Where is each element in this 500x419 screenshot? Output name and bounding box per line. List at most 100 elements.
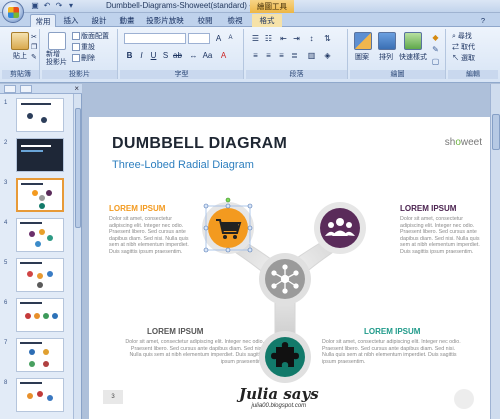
cut-icon[interactable]: ✂ bbox=[31, 33, 37, 42]
slides-tab-icon[interactable] bbox=[4, 85, 16, 93]
line-spacing-icon[interactable]: ↕ bbox=[306, 33, 317, 44]
align-right-icon[interactable]: ≡ bbox=[276, 50, 287, 61]
arrange-icon[interactable] bbox=[378, 32, 396, 50]
tab-format[interactable]: 格式 bbox=[252, 14, 282, 27]
slide-thumbnail[interactable] bbox=[16, 298, 64, 332]
lorem-heading-top-right[interactable]: LOREM IPSUM bbox=[400, 204, 456, 213]
shapes-icon[interactable] bbox=[354, 32, 372, 50]
spacing-icon[interactable]: ↔ bbox=[188, 50, 199, 61]
slide-subtitle[interactable]: Three-Lobed Radial Diagram bbox=[112, 159, 254, 171]
slide-thumbnail[interactable] bbox=[16, 138, 64, 172]
shapes-button[interactable]: 圖案 bbox=[355, 53, 369, 62]
paragraph-group-label: 段落 bbox=[246, 70, 347, 79]
numbering-icon[interactable]: ☷ bbox=[263, 33, 274, 44]
font-color-icon[interactable]: A bbox=[218, 50, 229, 61]
workspace-scrollbar-thumb[interactable] bbox=[492, 114, 500, 150]
slide-thumbnail[interactable] bbox=[16, 378, 64, 412]
lorem-body-top-left[interactable]: Dolor sit amet, consectetur adipiscing e… bbox=[109, 216, 189, 256]
justify-icon[interactable]: ≣ bbox=[289, 50, 300, 61]
bold-icon[interactable]: B bbox=[124, 50, 135, 61]
resize-handle[interactable] bbox=[247, 203, 253, 209]
tab-view[interactable]: 檢視 bbox=[222, 14, 248, 27]
select-button[interactable]: ↖ 選取 bbox=[452, 54, 475, 63]
lobe-center[interactable] bbox=[259, 253, 311, 305]
shape-effects-icon[interactable]: ▢ bbox=[430, 56, 441, 67]
tab-animations[interactable]: 動畫 bbox=[114, 14, 140, 27]
undo-icon[interactable]: ↶ bbox=[42, 1, 52, 11]
quick-styles-button[interactable]: 快速樣式 bbox=[399, 53, 427, 62]
office-button[interactable] bbox=[2, 1, 24, 23]
outline-tab-icon[interactable] bbox=[20, 85, 32, 93]
resize-handle[interactable] bbox=[225, 247, 231, 253]
tab-slideshow[interactable]: 投影片放映 bbox=[142, 14, 188, 27]
panel-scrollbar-thumb[interactable] bbox=[75, 108, 81, 228]
resize-handle[interactable] bbox=[203, 203, 209, 209]
slide-canvas[interactable]: DUMBBELL DIAGRAM Three-Lobed Radial Diag… bbox=[89, 117, 492, 419]
slide-thumbnail[interactable] bbox=[16, 338, 64, 372]
columns-icon[interactable]: ▥ bbox=[306, 50, 317, 61]
lorem-heading-bottom-left[interactable]: LOREM IPSUM bbox=[147, 327, 203, 336]
paste-button[interactable]: 貼上 bbox=[13, 52, 27, 61]
lobe-bottom[interactable] bbox=[259, 331, 311, 383]
shape-outline-icon[interactable]: ✎ bbox=[430, 44, 441, 55]
format-painter-icon[interactable]: ✎ bbox=[31, 53, 37, 62]
font-size-field[interactable] bbox=[188, 33, 210, 44]
lobe-top-right[interactable] bbox=[314, 202, 366, 254]
rotate-handle[interactable] bbox=[225, 197, 231, 203]
paste-icon[interactable] bbox=[11, 32, 29, 50]
resize-handle[interactable] bbox=[225, 203, 231, 209]
slide-thumbnail-selected[interactable] bbox=[16, 178, 64, 212]
resize-handle[interactable] bbox=[247, 247, 253, 253]
shadow-icon[interactable]: S bbox=[160, 50, 171, 61]
replace-button[interactable]: ⇄ 取代 bbox=[452, 43, 475, 52]
editing-group-label: 編輯 bbox=[448, 70, 498, 79]
copy-icon[interactable]: ❐ bbox=[31, 43, 37, 52]
strikethrough-icon[interactable]: ab bbox=[172, 50, 183, 61]
slide-title[interactable]: DUMBBELL DIAGRAM bbox=[112, 135, 287, 153]
align-left-icon[interactable]: ≡ bbox=[250, 50, 261, 61]
tab-insert[interactable]: 插入 bbox=[58, 14, 84, 27]
shape-fill-icon[interactable]: ◆ bbox=[430, 32, 441, 43]
lorem-body-top-right[interactable]: Dolor sit amet, consectetur adipiscing e… bbox=[400, 216, 482, 256]
shrink-font-icon[interactable]: A bbox=[225, 33, 236, 44]
help-icon[interactable]: ? bbox=[478, 14, 488, 27]
redo-icon[interactable]: ↷ bbox=[54, 1, 64, 11]
lorem-heading-top-left[interactable]: LOREM IPSUM bbox=[109, 204, 165, 213]
tab-review[interactable]: 校閱 bbox=[192, 14, 218, 27]
new-slide-button[interactable]: 新增 投影片 bbox=[46, 51, 67, 67]
resize-handle[interactable] bbox=[203, 225, 209, 231]
lobe-top-left[interactable] bbox=[202, 197, 254, 254]
close-panel-icon[interactable]: × bbox=[74, 84, 79, 94]
save-icon[interactable]: ▣ bbox=[30, 1, 40, 11]
quick-styles-icon[interactable] bbox=[404, 32, 422, 50]
bullets-icon[interactable]: ☰ bbox=[250, 33, 261, 44]
new-slide-icon[interactable] bbox=[48, 32, 66, 50]
delete-button[interactable]: 刪除 bbox=[72, 54, 95, 63]
resize-handle[interactable] bbox=[247, 225, 253, 231]
panel-scrollbar[interactable] bbox=[73, 94, 81, 419]
slide-thumbnail[interactable] bbox=[16, 98, 64, 132]
layout-button[interactable]: 版面配置 bbox=[72, 32, 109, 41]
watermark-url: julia00.blogspot.com bbox=[251, 403, 307, 409]
change-case-icon[interactable]: Aa bbox=[202, 50, 213, 61]
font-name-field[interactable] bbox=[124, 33, 186, 44]
align-center-icon[interactable]: ≡ bbox=[263, 50, 274, 61]
slide-thumbnail[interactable] bbox=[16, 218, 64, 252]
increase-indent-icon[interactable]: ⇥ bbox=[291, 33, 302, 44]
find-button[interactable]: ⌕ 尋找 bbox=[452, 32, 472, 41]
decrease-indent-icon[interactable]: ⇤ bbox=[278, 33, 289, 44]
reset-button[interactable]: 重設 bbox=[72, 43, 95, 52]
customize-qat-icon[interactable]: ▾ bbox=[66, 1, 76, 11]
resize-handle[interactable] bbox=[203, 247, 209, 253]
text-direction-icon[interactable]: ⇅ bbox=[322, 33, 333, 44]
tab-design[interactable]: 設計 bbox=[86, 14, 112, 27]
smartart-icon[interactable]: ◈ bbox=[322, 50, 333, 61]
lorem-heading-bottom-right[interactable]: LOREM IPSUM bbox=[364, 327, 420, 336]
workspace-scrollbar[interactable] bbox=[490, 84, 500, 419]
italic-icon[interactable]: I bbox=[136, 50, 147, 61]
tab-home[interactable]: 常用 bbox=[30, 14, 56, 27]
underline-icon[interactable]: U bbox=[148, 50, 159, 61]
grow-font-icon[interactable]: A bbox=[213, 33, 224, 44]
slide-thumbnail[interactable] bbox=[16, 258, 64, 292]
arrange-button[interactable]: 排列 bbox=[379, 53, 393, 62]
